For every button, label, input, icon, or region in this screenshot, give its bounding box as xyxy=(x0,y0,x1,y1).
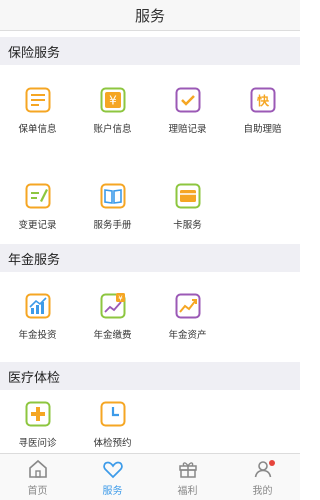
gift-icon xyxy=(178,461,197,478)
bottom-tab-bar: 首页 服务 福利 我的 xyxy=(0,453,300,500)
section-header-medical: 医疗体检 xyxy=(0,362,300,390)
section-header-pension: 年金服务 xyxy=(0,244,300,272)
item-label: 年金投资 xyxy=(18,330,57,341)
tab-label: 服务 xyxy=(102,485,123,497)
medical-grid: 寻医问诊 体检预约 xyxy=(0,396,300,454)
medical-cross-icon xyxy=(25,401,50,427)
checkup-booking-item[interactable]: 体检预约 xyxy=(75,396,150,454)
quick-claim-icon: 快 xyxy=(250,87,275,113)
item-label: 保单信息 xyxy=(18,124,57,135)
account-yen-icon: ¥ xyxy=(100,87,125,113)
empty-cell xyxy=(225,168,300,246)
heart-icon xyxy=(102,461,123,478)
card-service-item[interactable]: 卡服务 xyxy=(150,168,225,246)
empty-cell xyxy=(150,396,225,454)
section-title: 医疗体检 xyxy=(8,370,61,386)
section-title: 保险服务 xyxy=(8,45,61,61)
item-label: 卡服务 xyxy=(173,220,202,231)
tab-label: 我的 xyxy=(252,485,273,497)
tab-label: 首页 xyxy=(27,485,48,497)
item-label: 年金缴费 xyxy=(93,330,132,341)
item-label: 寻医问诊 xyxy=(18,438,57,449)
pension-grid: 年金投资 ¥ 年金缴费 年金资产 xyxy=(0,278,300,356)
manual-book-icon xyxy=(100,183,125,209)
empty-cell xyxy=(225,396,300,454)
tab-welfare[interactable]: 福利 xyxy=(150,454,225,500)
change-record-icon xyxy=(25,183,50,209)
pension-asset-item[interactable]: 年金资产 xyxy=(150,278,225,356)
section-header-insurance: 保险服务 xyxy=(0,37,300,65)
investment-chart-icon xyxy=(25,293,50,319)
tab-service[interactable]: 服务 xyxy=(75,454,150,500)
payment-chart-icon: ¥ xyxy=(100,293,125,319)
service-manual-item[interactable]: 服务手册 xyxy=(75,168,150,246)
policy-info-item[interactable]: 保单信息 xyxy=(0,72,75,150)
pension-payment-item[interactable]: ¥ 年金缴费 xyxy=(75,278,150,356)
page-header: 服务 xyxy=(0,0,300,31)
item-label: 自助理赔 xyxy=(243,124,282,135)
claim-record-item[interactable]: 理赔记录 xyxy=(150,72,225,150)
section-title: 年金服务 xyxy=(8,252,61,268)
tab-label: 福利 xyxy=(177,485,198,497)
medical-consult-item[interactable]: 寻医问诊 xyxy=(0,396,75,454)
item-label: 体检预约 xyxy=(93,438,132,449)
item-label: 年金资产 xyxy=(168,330,207,341)
notification-dot xyxy=(268,460,275,466)
card-icon xyxy=(175,183,200,209)
pension-investment-item[interactable]: 年金投资 xyxy=(0,278,75,356)
change-record-item[interactable]: 变更记录 xyxy=(0,168,75,246)
tab-home[interactable]: 首页 xyxy=(0,454,75,500)
item-label: 变更记录 xyxy=(18,220,57,231)
page-title: 服务 xyxy=(134,6,165,25)
item-label: 账户信息 xyxy=(93,124,132,135)
empty-cell xyxy=(225,278,300,356)
account-info-item[interactable]: ¥ 账户信息 xyxy=(75,72,150,150)
checkup-clock-icon xyxy=(100,401,125,427)
svg-text:快: 快 xyxy=(256,93,269,108)
svg-text:¥: ¥ xyxy=(109,94,117,108)
svg-text:¥: ¥ xyxy=(118,295,123,303)
asset-chart-icon xyxy=(175,293,200,319)
item-label: 服务手册 xyxy=(93,220,132,231)
item-label: 理赔记录 xyxy=(168,124,207,135)
policy-doc-icon xyxy=(25,87,50,113)
tab-mine[interactable]: 我的 xyxy=(225,454,300,500)
home-icon xyxy=(28,459,47,478)
insurance-grid: 保单信息 ¥ 账户信息 理赔记录 快 自助理赔 变更记录 服务手册 卡服务 xyxy=(0,72,300,246)
self-claim-item[interactable]: 快 自助理赔 xyxy=(225,72,300,150)
claim-check-icon xyxy=(175,87,200,113)
